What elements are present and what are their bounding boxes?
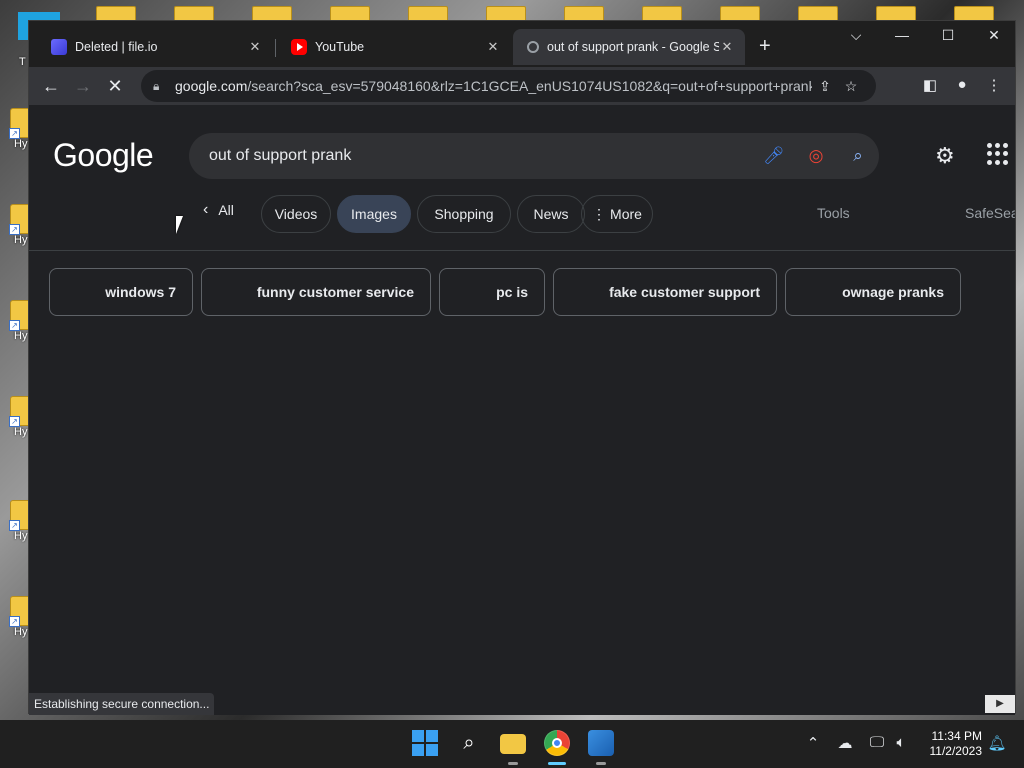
- forward-icon[interactable]: →: [71, 75, 95, 97]
- file-explorer-icon[interactable]: [500, 734, 526, 754]
- chevron-left-icon: ‹: [203, 201, 209, 218]
- onedrive-icon[interactable]: ☁: [834, 734, 856, 752]
- running-indicator: [596, 762, 606, 765]
- side-panel-icon[interactable]: ◧: [919, 76, 941, 94]
- back-icon[interactable]: ←: [39, 75, 63, 97]
- close-icon[interactable]: ✕: [485, 39, 501, 55]
- tools-button[interactable]: Tools: [817, 205, 850, 221]
- minimize-icon[interactable]: —: [887, 27, 917, 43]
- tab-strip: Deleted | file.io ✕ YouTube ✕ out of sup…: [29, 21, 1015, 67]
- volume-muted-icon[interactable]: 🔈︎: [890, 734, 912, 751]
- refinement-chip[interactable]: windows 7: [49, 268, 193, 316]
- stop-loading-icon[interactable]: ✕: [103, 75, 127, 97]
- desktop-icon-label: T: [19, 56, 26, 68]
- google-logo[interactable]: Google: [53, 137, 154, 174]
- filter-news[interactable]: News: [517, 195, 585, 233]
- tab-google-search[interactable]: out of support prank - Google S ✕: [513, 29, 745, 65]
- url-text[interactable]: google.com/search?sca_esv=579048160&rlz=…: [175, 78, 812, 94]
- address-bar[interactable]: 🔒︎ google.com/search?sca_esv=579048160&r…: [141, 70, 876, 102]
- bookmark-star-icon[interactable]: ☆: [838, 78, 864, 95]
- voice-search-icon[interactable]: 🎤︎: [753, 146, 795, 166]
- search-icon[interactable]: ⌕: [456, 730, 482, 756]
- filter-videos[interactable]: Videos: [261, 195, 331, 233]
- search-input[interactable]: out of support prank: [209, 147, 753, 165]
- start-windows-icon[interactable]: [412, 730, 438, 756]
- tab-search-icon[interactable]: ⌵: [841, 27, 871, 44]
- menu-kebab-icon[interactable]: ⋮: [983, 76, 1005, 94]
- refinement-chip[interactable]: ownage pranks: [785, 268, 961, 316]
- close-window-icon[interactable]: ✕: [979, 27, 1009, 44]
- site-info-icon[interactable]: 🔒︎: [153, 79, 169, 94]
- taskbar: ⌕ ⌃ ☁ 🖵︎ 🔈︎ 11:34 PM 11/2/2023 🔔︎: [0, 720, 1024, 768]
- youtube-icon: [291, 39, 307, 55]
- active-indicator: [548, 762, 566, 765]
- tab-youtube[interactable]: YouTube ✕: [277, 29, 511, 65]
- header-divider: [29, 250, 1015, 251]
- browser-toolbar: ← → ✕ 🔒︎ google.com/search?sca_esv=57904…: [29, 67, 1015, 105]
- profile-icon[interactable]: ●: [951, 76, 973, 93]
- close-icon[interactable]: ✕: [719, 39, 735, 55]
- photos-icon[interactable]: [588, 730, 614, 756]
- refinement-chip[interactable]: pc is: [439, 268, 545, 316]
- refinement-chip[interactable]: fake customer support: [553, 268, 777, 316]
- more-vert-icon: ⋮: [592, 205, 607, 222]
- chrome-icon[interactable]: [544, 730, 570, 756]
- tab-divider: [275, 39, 276, 57]
- new-tab-icon[interactable]: +: [759, 35, 771, 58]
- lens-icon[interactable]: ◎: [795, 146, 837, 166]
- filter-images[interactable]: Images: [337, 195, 411, 233]
- google-search-page: Google out of support prank 🎤︎ ◎ ⌕ ⚙ ‹ A…: [29, 105, 1015, 715]
- tab-file-io[interactable]: Deleted | file.io ✕: [37, 29, 273, 65]
- filter-all[interactable]: ‹ All: [203, 201, 234, 219]
- file-io-icon: [51, 39, 67, 55]
- running-indicator: [508, 762, 518, 765]
- system-clock[interactable]: 11:34 PM 11/2/2023: [918, 729, 983, 759]
- filter-shopping[interactable]: Shopping: [417, 195, 511, 233]
- status-bubble: Establishing secure connection...: [29, 693, 215, 715]
- loading-icon: [527, 41, 539, 53]
- chevron-up-icon[interactable]: ⌃: [802, 734, 824, 752]
- network-icon[interactable]: 🖵︎: [866, 734, 888, 751]
- safesearch-button[interactable]: SafeSea: [965, 205, 1015, 221]
- search-box[interactable]: out of support prank 🎤︎ ◎ ⌕: [189, 133, 879, 179]
- maximize-icon[interactable]: ☐: [933, 27, 963, 44]
- browser-window: Deleted | file.io ✕ YouTube ✕ out of sup…: [28, 20, 1016, 715]
- filter-more[interactable]: ⋮ More: [581, 195, 653, 233]
- mouse-cursor: [176, 216, 183, 234]
- notification-bell-icon[interactable]: 🔔︎: [986, 734, 1008, 752]
- scroll-right-arrow-icon[interactable]: ▶: [985, 695, 1015, 713]
- search-icon[interactable]: ⌕: [837, 146, 879, 166]
- google-apps-icon[interactable]: [987, 143, 1009, 165]
- settings-gear-icon[interactable]: ⚙: [935, 143, 955, 169]
- share-icon[interactable]: ⇪: [812, 78, 838, 95]
- refinement-chip[interactable]: funny customer service: [201, 268, 431, 316]
- close-icon[interactable]: ✕: [247, 39, 263, 55]
